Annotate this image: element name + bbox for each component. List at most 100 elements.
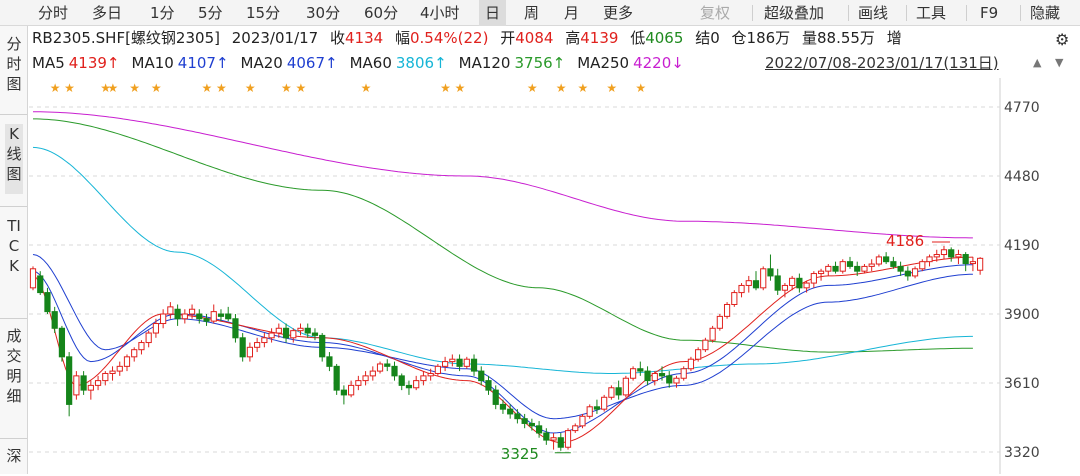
signal-star: ★	[129, 81, 140, 95]
candle-body	[109, 370, 116, 374]
candle-body	[933, 254, 940, 258]
candle-body	[731, 292, 738, 305]
candle-body	[796, 277, 803, 289]
candle-body	[333, 365, 340, 391]
candle-body	[514, 413, 521, 420]
candle-body	[955, 254, 962, 258]
candle-body	[781, 284, 789, 291]
candle-body	[658, 372, 666, 377]
candle-body	[413, 380, 420, 389]
candle-body	[239, 337, 246, 358]
candle-body	[145, 332, 152, 344]
candle-body	[420, 375, 427, 382]
y-tick-label: 3610	[1004, 376, 1040, 392]
candle-body	[832, 265, 839, 272]
signal-star: ★	[606, 81, 617, 95]
candle-body	[709, 327, 716, 341]
ma-line-ma120	[33, 118, 973, 353]
candle-body	[615, 387, 622, 396]
candle-body	[181, 313, 188, 320]
candle-body	[492, 389, 499, 405]
candle-body	[152, 323, 160, 334]
low-annotation: 3325	[501, 445, 539, 463]
candle-body	[398, 375, 405, 386]
candle-body	[789, 277, 796, 286]
candle-body	[80, 375, 87, 391]
candle-body	[969, 261, 976, 265]
candle-body	[550, 437, 557, 441]
candle-body	[319, 334, 326, 358]
candle-body	[311, 332, 319, 336]
candle-body	[196, 313, 203, 320]
candle-body	[564, 430, 572, 448]
candle-body	[904, 270, 911, 277]
signal-star: ★	[440, 81, 451, 95]
candle-body	[94, 380, 102, 386]
candle-body	[854, 265, 861, 272]
candle-body	[825, 265, 832, 272]
candle-body	[116, 365, 123, 372]
candle-body	[593, 406, 601, 410]
candle-body	[875, 256, 883, 265]
candle-body	[427, 372, 434, 377]
candle-body	[752, 280, 760, 289]
y-tick-label: 3900	[1004, 307, 1040, 323]
candle-body	[695, 349, 702, 360]
signal-star: ★	[64, 81, 75, 95]
candle-body	[290, 330, 297, 339]
candle-body	[586, 406, 593, 417]
candle-body	[673, 377, 680, 384]
candle-body	[629, 368, 637, 379]
signal-star: ★	[296, 81, 307, 95]
candle-body	[174, 308, 181, 320]
signal-star: ★	[577, 81, 588, 95]
candle-body	[470, 358, 478, 372]
candle-body	[579, 415, 586, 427]
candle-body	[883, 256, 890, 263]
candle-body	[217, 313, 225, 317]
candle-body	[167, 306, 174, 315]
candle-body	[102, 372, 109, 382]
y-tick-label: 4770	[1004, 100, 1040, 116]
candle-body	[340, 389, 347, 396]
candle-body	[940, 249, 948, 256]
candle-body	[456, 358, 463, 367]
candle-body	[507, 408, 514, 415]
candle-body	[355, 380, 362, 386]
signal-star: ★	[556, 81, 567, 95]
candle-body	[723, 303, 731, 317]
candle-body	[738, 284, 745, 294]
candle-body	[622, 377, 629, 396]
candle-body	[528, 422, 535, 427]
candle-body	[745, 280, 752, 286]
candle-body	[73, 375, 80, 396]
candle-body	[702, 339, 709, 351]
candle-body	[478, 370, 485, 382]
candle-body	[282, 327, 290, 339]
candle-body	[160, 313, 167, 325]
candle-body	[810, 273, 817, 284]
candle-body	[261, 337, 268, 344]
candle-body	[442, 361, 449, 367]
candle-body	[803, 282, 810, 289]
candle-body	[297, 327, 304, 332]
candle-body	[87, 384, 94, 391]
signal-star: ★	[245, 81, 256, 95]
candle-body	[246, 346, 254, 358]
ma-line-ma20	[32, 254, 973, 420]
ma-line-ma250	[33, 111, 973, 239]
candle-body	[651, 372, 658, 382]
candle-body	[210, 311, 217, 322]
candle-body	[608, 387, 615, 398]
ma-line-ma60	[32, 146, 973, 374]
candle-body	[348, 384, 355, 396]
candle-body	[839, 261, 846, 272]
candle-body	[962, 254, 969, 265]
signal-star: ★	[151, 81, 162, 95]
candle-body	[44, 292, 51, 313]
candle-body	[203, 318, 210, 322]
candle-body	[485, 380, 492, 391]
candle-body	[846, 261, 854, 267]
signal-star: ★	[527, 81, 538, 95]
candle-body	[919, 261, 926, 270]
